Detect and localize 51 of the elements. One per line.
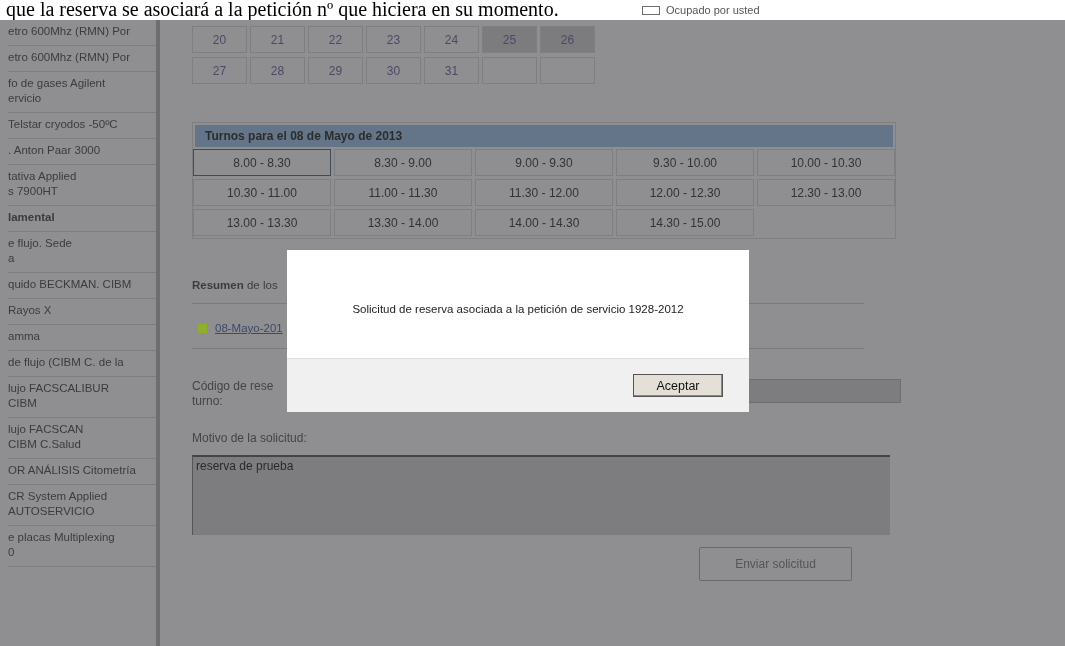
sidebar-item[interactable]: quido BECKMAN. CIBM [8,273,156,299]
calendar-day[interactable]: 23 [366,26,421,53]
calendar-day[interactable]: 29 [308,57,363,84]
motivo-label: Motivo de la solicitud: [192,431,308,445]
turnos-header: Turnos para el 08 de Mayo de 2013 [195,125,893,147]
sidebar-item[interactable]: Rayos X [8,299,156,325]
time-slot[interactable]: 11.00 - 11.30 [334,179,472,206]
time-slot[interactable]: 14.00 - 14.30 [475,209,613,236]
accept-button[interactable]: Aceptar [633,374,723,397]
sidebar-item[interactable]: Telstar cryodos -50ºC [8,113,156,139]
sidebar-item[interactable]: lujo FACSCALIBUR CIBM [8,377,156,418]
time-slot[interactable]: 12.00 - 12.30 [616,179,754,206]
calendar-day[interactable]: 24 [424,26,479,53]
sidebar-item[interactable]: fo de gases Agilent ervicio [8,72,156,113]
sidebar-category: lamental [8,206,156,232]
time-slot[interactable]: 11.30 - 12.00 [475,179,613,206]
time-slot[interactable]: 13.00 - 13.30 [193,209,331,236]
date-link[interactable]: 08-Mayo-201 [215,322,283,334]
legend-swatch [642,5,660,15]
time-slot[interactable]: 9.00 - 9.30 [475,149,613,176]
sidebar-item[interactable]: amma [8,325,156,351]
time-slot[interactable]: 12.30 - 13.00 [757,179,895,206]
sidebar-item[interactable]: . Anton Paar 3000 [8,139,156,165]
time-slot[interactable]: 8.00 - 8.30 [193,149,331,176]
calendar-day[interactable]: 20 [192,26,247,53]
time-slot[interactable]: 8.30 - 9.00 [334,149,472,176]
sidebar-item[interactable]: e flujo. Sede a [8,232,156,273]
calendar-day[interactable]: 22 [308,26,363,53]
time-slot[interactable]: 10.30 - 11.00 [193,179,331,206]
calendar-day[interactable]: 30 [366,57,421,84]
calendar-day[interactable]: 21 [250,26,305,53]
sidebar-item[interactable]: lujo FACSCAN CIBM C.Salud [8,418,156,459]
sidebar-item[interactable]: CR System Applied AUTOSERVICIO [8,485,156,526]
sidebar-item[interactable]: de flujo (CIBM C. de la [8,351,156,377]
dialog-message: Solicitud de reserva asociada a la petición de servicio 1928-2012 [351,302,685,317]
calendar-day[interactable]: 28 [250,57,305,84]
sidebar-item[interactable]: tativa Applied s 7900HT [8,165,156,206]
calendar-day[interactable]: 27 [192,57,247,84]
motivo-field[interactable]: reserva de prueba [192,455,890,535]
legend-label: Ocupado por usted [666,4,760,16]
sidebar-item[interactable]: OR ANÁLISIS Citometría [8,459,156,485]
time-slot[interactable]: 13.30 - 14.00 [334,209,472,236]
sidebar-item[interactable]: etro 600Mhz (RMN) Por [8,20,156,46]
submit-button[interactable]: Enviar solicitud [699,547,852,581]
sidebar-item[interactable]: e placas Multiplexing 0 [8,526,156,567]
calendar-day[interactable]: 31 [424,57,479,84]
sidebar-item[interactable]: etro 600Mhz (RMN) Por [8,46,156,72]
time-slot[interactable]: 10.00 - 10.30 [757,149,895,176]
time-slot[interactable]: 9.30 - 10.00 [616,149,754,176]
code-label: Código de rese turno: [192,379,275,409]
time-slot[interactable]: 14.30 - 15.00 [616,209,754,236]
